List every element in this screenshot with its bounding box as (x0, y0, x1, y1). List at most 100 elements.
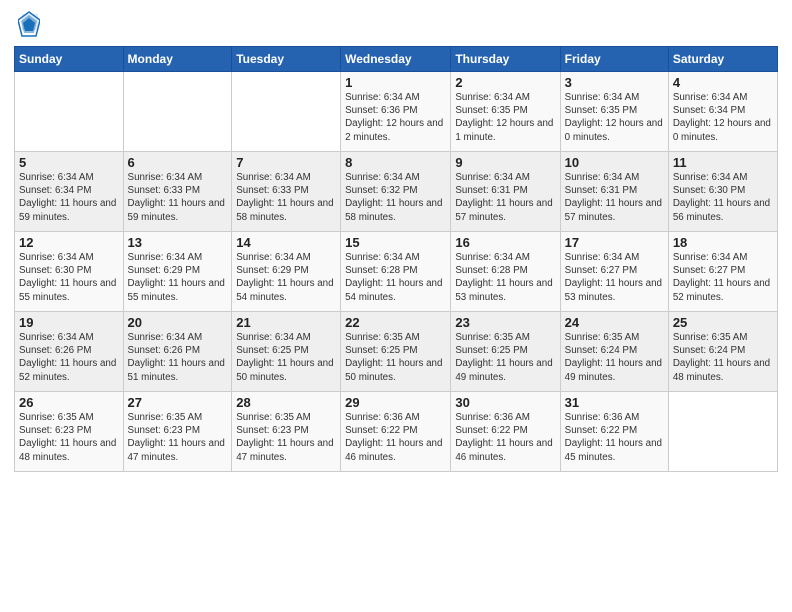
day-cell: 24Sunrise: 6:35 AM Sunset: 6:24 PM Dayli… (560, 312, 668, 392)
day-info: Sunrise: 6:34 AM Sunset: 6:26 PM Dayligh… (128, 331, 228, 384)
day-info: Sunrise: 6:34 AM Sunset: 6:30 PM Dayligh… (19, 251, 119, 304)
day-info: Sunrise: 6:34 AM Sunset: 6:31 PM Dayligh… (455, 171, 555, 224)
logo (14, 10, 40, 38)
header-day-sunday: Sunday (15, 47, 124, 72)
day-number: 2 (455, 75, 555, 90)
week-row-1: 1Sunrise: 6:34 AM Sunset: 6:36 PM Daylig… (15, 72, 778, 152)
day-number: 14 (236, 235, 336, 250)
day-number: 1 (345, 75, 446, 90)
day-info: Sunrise: 6:35 AM Sunset: 6:24 PM Dayligh… (565, 331, 664, 384)
day-info: Sunrise: 6:34 AM Sunset: 6:29 PM Dayligh… (128, 251, 228, 304)
day-cell: 25Sunrise: 6:35 AM Sunset: 6:24 PM Dayli… (668, 312, 777, 392)
day-info: Sunrise: 6:35 AM Sunset: 6:24 PM Dayligh… (673, 331, 773, 384)
day-number: 24 (565, 315, 664, 330)
day-info: Sunrise: 6:36 AM Sunset: 6:22 PM Dayligh… (345, 411, 446, 464)
day-number: 4 (673, 75, 773, 90)
day-cell (15, 72, 124, 152)
header-day-wednesday: Wednesday (341, 47, 451, 72)
week-row-2: 5Sunrise: 6:34 AM Sunset: 6:34 PM Daylig… (15, 152, 778, 232)
header-day-thursday: Thursday (451, 47, 560, 72)
day-info: Sunrise: 6:36 AM Sunset: 6:22 PM Dayligh… (565, 411, 664, 464)
day-cell (232, 72, 341, 152)
calendar-header: SundayMondayTuesdayWednesdayThursdayFrid… (15, 47, 778, 72)
day-info: Sunrise: 6:34 AM Sunset: 6:34 PM Dayligh… (673, 91, 773, 144)
day-info: Sunrise: 6:34 AM Sunset: 6:32 PM Dayligh… (345, 171, 446, 224)
day-number: 18 (673, 235, 773, 250)
day-number: 12 (19, 235, 119, 250)
day-cell: 22Sunrise: 6:35 AM Sunset: 6:25 PM Dayli… (341, 312, 451, 392)
header-day-saturday: Saturday (668, 47, 777, 72)
day-number: 26 (19, 395, 119, 410)
day-number: 31 (565, 395, 664, 410)
day-info: Sunrise: 6:34 AM Sunset: 6:36 PM Dayligh… (345, 91, 446, 144)
day-number: 8 (345, 155, 446, 170)
day-cell: 10Sunrise: 6:34 AM Sunset: 6:31 PM Dayli… (560, 152, 668, 232)
calendar-body: 1Sunrise: 6:34 AM Sunset: 6:36 PM Daylig… (15, 72, 778, 472)
header-day-tuesday: Tuesday (232, 47, 341, 72)
day-cell: 28Sunrise: 6:35 AM Sunset: 6:23 PM Dayli… (232, 392, 341, 472)
day-number: 7 (236, 155, 336, 170)
header-row: SundayMondayTuesdayWednesdayThursdayFrid… (15, 47, 778, 72)
day-cell: 5Sunrise: 6:34 AM Sunset: 6:34 PM Daylig… (15, 152, 124, 232)
day-number: 17 (565, 235, 664, 250)
day-cell: 6Sunrise: 6:34 AM Sunset: 6:33 PM Daylig… (123, 152, 232, 232)
day-info: Sunrise: 6:34 AM Sunset: 6:26 PM Dayligh… (19, 331, 119, 384)
day-number: 29 (345, 395, 446, 410)
header-day-friday: Friday (560, 47, 668, 72)
day-info: Sunrise: 6:34 AM Sunset: 6:29 PM Dayligh… (236, 251, 336, 304)
day-info: Sunrise: 6:34 AM Sunset: 6:31 PM Dayligh… (565, 171, 664, 224)
day-cell (123, 72, 232, 152)
day-cell: 23Sunrise: 6:35 AM Sunset: 6:25 PM Dayli… (451, 312, 560, 392)
day-cell: 15Sunrise: 6:34 AM Sunset: 6:28 PM Dayli… (341, 232, 451, 312)
day-number: 23 (455, 315, 555, 330)
day-cell: 29Sunrise: 6:36 AM Sunset: 6:22 PM Dayli… (341, 392, 451, 472)
day-cell (668, 392, 777, 472)
header (14, 10, 778, 38)
day-cell: 7Sunrise: 6:34 AM Sunset: 6:33 PM Daylig… (232, 152, 341, 232)
day-number: 27 (128, 395, 228, 410)
page: SundayMondayTuesdayWednesdayThursdayFrid… (0, 0, 792, 612)
day-number: 21 (236, 315, 336, 330)
day-number: 11 (673, 155, 773, 170)
day-cell: 14Sunrise: 6:34 AM Sunset: 6:29 PM Dayli… (232, 232, 341, 312)
day-info: Sunrise: 6:34 AM Sunset: 6:30 PM Dayligh… (673, 171, 773, 224)
day-cell: 18Sunrise: 6:34 AM Sunset: 6:27 PM Dayli… (668, 232, 777, 312)
day-cell: 16Sunrise: 6:34 AM Sunset: 6:28 PM Dayli… (451, 232, 560, 312)
day-cell: 26Sunrise: 6:35 AM Sunset: 6:23 PM Dayli… (15, 392, 124, 472)
day-cell: 21Sunrise: 6:34 AM Sunset: 6:25 PM Dayli… (232, 312, 341, 392)
day-number: 9 (455, 155, 555, 170)
day-cell: 30Sunrise: 6:36 AM Sunset: 6:22 PM Dayli… (451, 392, 560, 472)
day-number: 6 (128, 155, 228, 170)
day-info: Sunrise: 6:35 AM Sunset: 6:25 PM Dayligh… (455, 331, 555, 384)
day-info: Sunrise: 6:34 AM Sunset: 6:27 PM Dayligh… (565, 251, 664, 304)
week-row-4: 19Sunrise: 6:34 AM Sunset: 6:26 PM Dayli… (15, 312, 778, 392)
day-info: Sunrise: 6:35 AM Sunset: 6:25 PM Dayligh… (345, 331, 446, 384)
day-info: Sunrise: 6:34 AM Sunset: 6:35 PM Dayligh… (565, 91, 664, 144)
week-row-3: 12Sunrise: 6:34 AM Sunset: 6:30 PM Dayli… (15, 232, 778, 312)
day-number: 13 (128, 235, 228, 250)
day-number: 16 (455, 235, 555, 250)
day-cell: 31Sunrise: 6:36 AM Sunset: 6:22 PM Dayli… (560, 392, 668, 472)
day-info: Sunrise: 6:34 AM Sunset: 6:25 PM Dayligh… (236, 331, 336, 384)
day-cell: 2Sunrise: 6:34 AM Sunset: 6:35 PM Daylig… (451, 72, 560, 152)
day-cell: 4Sunrise: 6:34 AM Sunset: 6:34 PM Daylig… (668, 72, 777, 152)
day-number: 20 (128, 315, 228, 330)
calendar-table: SundayMondayTuesdayWednesdayThursdayFrid… (14, 46, 778, 472)
day-info: Sunrise: 6:34 AM Sunset: 6:28 PM Dayligh… (345, 251, 446, 304)
day-info: Sunrise: 6:34 AM Sunset: 6:33 PM Dayligh… (128, 171, 228, 224)
day-info: Sunrise: 6:34 AM Sunset: 6:33 PM Dayligh… (236, 171, 336, 224)
day-cell: 17Sunrise: 6:34 AM Sunset: 6:27 PM Dayli… (560, 232, 668, 312)
day-number: 22 (345, 315, 446, 330)
day-cell: 12Sunrise: 6:34 AM Sunset: 6:30 PM Dayli… (15, 232, 124, 312)
day-cell: 1Sunrise: 6:34 AM Sunset: 6:36 PM Daylig… (341, 72, 451, 152)
day-cell: 9Sunrise: 6:34 AM Sunset: 6:31 PM Daylig… (451, 152, 560, 232)
day-info: Sunrise: 6:35 AM Sunset: 6:23 PM Dayligh… (128, 411, 228, 464)
day-number: 10 (565, 155, 664, 170)
day-info: Sunrise: 6:34 AM Sunset: 6:35 PM Dayligh… (455, 91, 555, 144)
day-info: Sunrise: 6:34 AM Sunset: 6:28 PM Dayligh… (455, 251, 555, 304)
week-row-5: 26 Sunrise: 6:35 AM Sunset: 6:23 PM Dayli… (15, 392, 778, 472)
day-cell: 13Sunrise: 6:34 AM Sunset: 6:29 PM Dayli… (123, 232, 232, 312)
day-info: Sunrise: 6:34 AM Sunset: 6:27 PM Dayligh… (673, 251, 773, 304)
day-info: Sunrise: 6:36 AM Sunset: 6:22 PM Dayligh… (455, 411, 555, 464)
day-info: Sunrise: 6:34 AM Sunset: 6:34 PM Dayligh… (19, 171, 119, 224)
